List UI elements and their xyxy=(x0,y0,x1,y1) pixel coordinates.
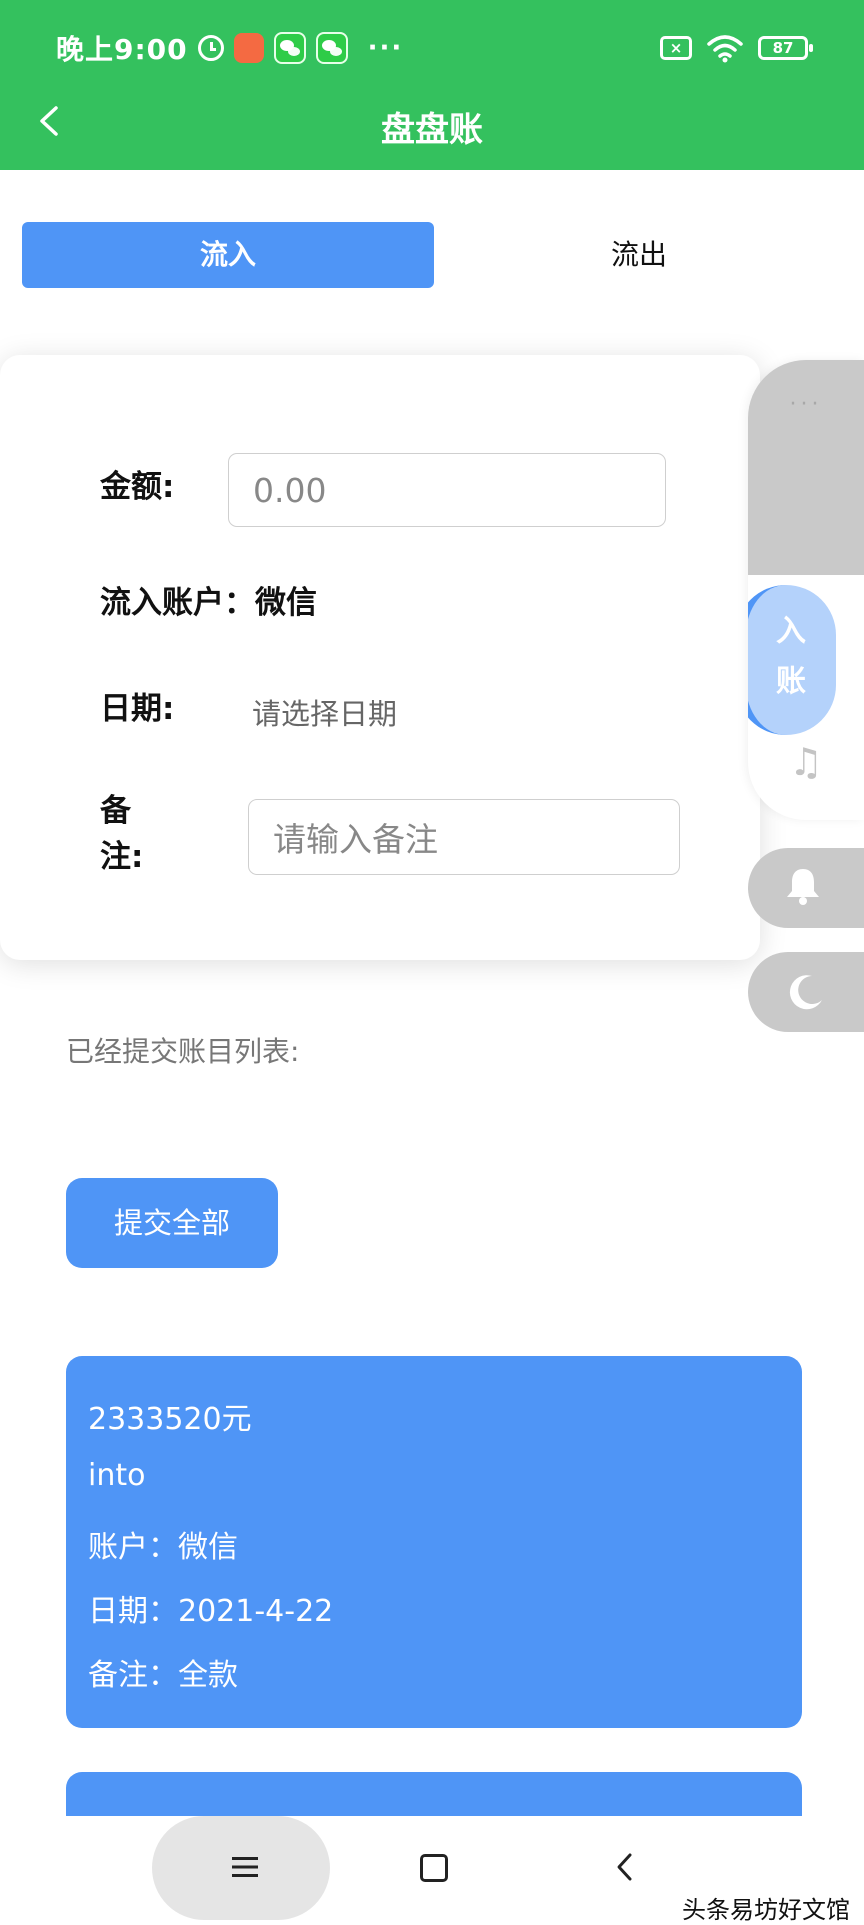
side-menu-handle[interactable]: ··· xyxy=(748,360,864,575)
note-label-line1: 备 xyxy=(100,793,131,829)
app-header: 晚上9:00 ··· × 87 盘盘账 xyxy=(0,0,864,170)
home-icon[interactable] xyxy=(420,1854,448,1882)
entry-note: 备注：全款 xyxy=(88,1658,238,1693)
bell-button[interactable] xyxy=(748,848,864,928)
wechat-icon xyxy=(273,32,306,64)
tab-inflow[interactable]: 流入 xyxy=(22,222,434,288)
amount-input[interactable]: 0.00 xyxy=(228,453,666,527)
menu-icon[interactable] xyxy=(232,1856,258,1878)
side-menu-entry-label-2: 账 xyxy=(776,664,806,699)
tab-outflow[interactable]: 流出 xyxy=(434,222,844,288)
account-label: 流入账户：微信 xyxy=(100,585,317,621)
wifi-icon xyxy=(707,35,743,63)
page-title: 盘盘账 xyxy=(381,110,483,150)
music-icon[interactable]: ♫ xyxy=(748,740,864,784)
battery-icon: 87 xyxy=(758,36,813,60)
note-input[interactable]: 请输入备注 xyxy=(248,799,680,875)
alarm-icon xyxy=(197,35,224,61)
entry-amount: 2333520元 xyxy=(88,1402,252,1437)
floating-side-menu: ··· 入 账 ♫ xyxy=(748,360,864,820)
status-bar: 晚上9:00 ··· × 87 xyxy=(56,28,813,68)
note-label-line2: 注: xyxy=(100,839,144,875)
no-sim-icon: × xyxy=(660,36,692,60)
amount-label: 金额: xyxy=(100,469,175,505)
wechat-icon xyxy=(315,32,348,64)
entry-account: 账户：微信 xyxy=(88,1530,238,1565)
entry-date: 日期：2021-4-22 xyxy=(88,1594,334,1629)
side-menu-entry-label-1: 入 xyxy=(776,614,806,649)
submitted-list-title: 已经提交账目列表: xyxy=(66,1035,300,1068)
entry-type: into xyxy=(88,1458,146,1493)
bell-icon xyxy=(787,869,819,905)
date-label: 日期: xyxy=(100,691,175,727)
amount-placeholder: 0.00 xyxy=(253,470,327,510)
note-placeholder: 请输入备注 xyxy=(273,820,438,859)
more-dots-icon: ··· xyxy=(789,392,823,417)
side-menu-entry-button[interactable]: 入 账 xyxy=(748,585,836,735)
nav-bar: 盘盘账 xyxy=(0,96,864,152)
date-picker[interactable]: 请选择日期 xyxy=(252,691,397,733)
more-notifications-icon: ··· xyxy=(367,33,404,63)
flow-tabs: 流入 流出 xyxy=(22,222,844,288)
submit-all-button[interactable]: 提交全部 xyxy=(66,1178,278,1268)
status-time: 晚上9:00 xyxy=(56,33,188,66)
moon-icon xyxy=(789,975,822,1010)
back-icon[interactable] xyxy=(612,1852,638,1882)
notification-app-icon xyxy=(233,33,264,63)
night-mode-button[interactable] xyxy=(748,952,864,1032)
entry-form-card: 金额: 0.00 流入账户：微信 日期: 请选择日期 备 注: 请输入备注 xyxy=(0,355,760,960)
entry-card[interactable]: 2333520元 into 账户：微信 日期：2021-4-22 备注：全款 xyxy=(66,1356,802,1728)
